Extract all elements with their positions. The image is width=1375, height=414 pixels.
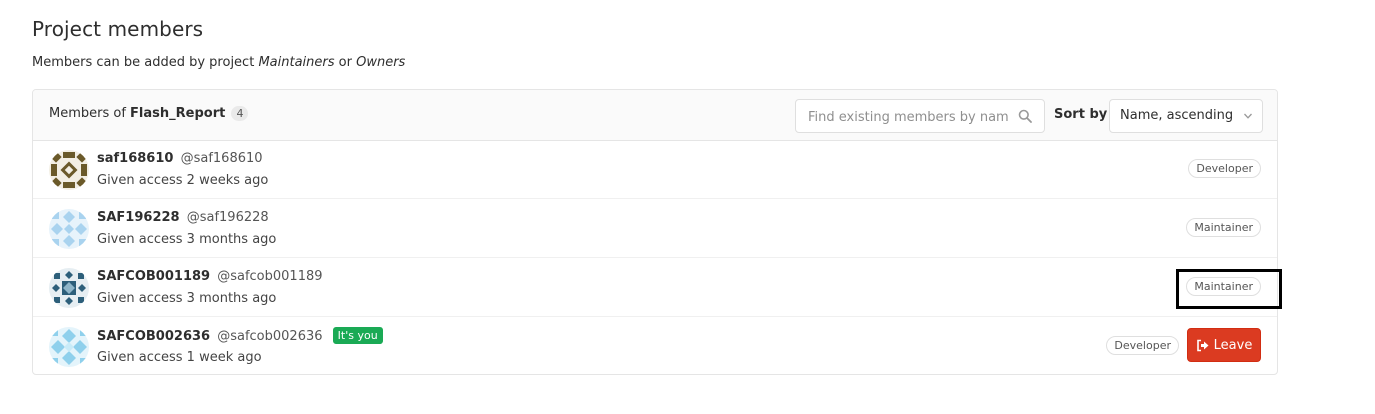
- member-name-line: saf168610 @saf168610: [97, 151, 263, 166]
- subtitle-prefix: Members can be added by project: [32, 55, 259, 70]
- member-access-time: Given access 3 months ago: [97, 291, 277, 306]
- member-name[interactable]: SAFCOB002636: [97, 329, 210, 344]
- leave-button-label: Leave: [1213, 337, 1253, 353]
- page-subtitle: Members can be added by project Maintain…: [32, 55, 405, 70]
- member-access-time: Given access 2 weeks ago: [97, 173, 269, 188]
- subtitle-or: or: [334, 55, 357, 70]
- sort-dropdown[interactable]: Name, ascending: [1109, 99, 1263, 133]
- member-search-input[interactable]: [806, 100, 1010, 134]
- member-name[interactable]: SAF196228: [97, 210, 180, 225]
- sort-by-label: Sort by: [1054, 107, 1108, 122]
- member-row: SAFCOB002636 @safcob002636 It's you Give…: [33, 317, 1277, 374]
- member-role-badge: Developer: [1188, 159, 1261, 178]
- leave-project-button[interactable]: Leave: [1187, 328, 1261, 362]
- member-name-line: SAFCOB002636 @safcob002636 It's you: [97, 327, 383, 345]
- member-handle: @saf168610: [180, 151, 263, 166]
- search-icon[interactable]: [1018, 109, 1032, 123]
- avatar[interactable]: [49, 327, 89, 367]
- members-of-label: Members of: [49, 106, 131, 121]
- avatar[interactable]: [49, 150, 89, 190]
- members-panel: Members of Flash_Report 4 Sort by Name, …: [32, 89, 1278, 375]
- member-search-box: [795, 99, 1045, 134]
- subtitle-role-maintainers: Maintainers: [258, 55, 335, 70]
- its-you-badge: It's you: [332, 327, 383, 344]
- member-access-time: Given access 3 months ago: [97, 232, 277, 247]
- member-name[interactable]: saf168610: [97, 151, 173, 166]
- subtitle-role-owners: Owners: [356, 55, 406, 70]
- members-of-heading: Members of Flash_Report 4: [49, 106, 249, 121]
- project-name: Flash_Report: [130, 106, 226, 121]
- member-access-time: Given access 1 week ago: [97, 350, 262, 365]
- member-name[interactable]: SAFCOB001189: [97, 269, 210, 284]
- member-role-badge: Developer: [1106, 336, 1179, 355]
- member-row: SAFCOB001189 @safcob001189 Given access …: [33, 258, 1277, 317]
- avatar[interactable]: [49, 268, 89, 308]
- member-handle: @safcob002636: [217, 329, 323, 344]
- chevron-down-icon: [1244, 113, 1252, 119]
- member-handle: @safcob001189: [217, 269, 323, 284]
- member-name-line: SAFCOB001189 @safcob001189: [97, 269, 323, 284]
- member-count-badge: 4: [231, 106, 249, 121]
- member-row: SAF196228 @saf196228 Given access 3 mont…: [33, 199, 1277, 258]
- members-panel-header: Members of Flash_Report 4 Sort by Name, …: [33, 90, 1277, 141]
- sign-out-icon: [1196, 339, 1209, 351]
- sort-selected-value: Name, ascending: [1120, 108, 1234, 123]
- member-handle: @saf196228: [186, 210, 269, 225]
- member-name-line: SAF196228 @saf196228: [97, 210, 269, 225]
- avatar[interactable]: [49, 209, 89, 249]
- highlight-annotation-box: [1176, 269, 1282, 309]
- member-row: saf168610 @saf168610 Given access 2 week…: [33, 140, 1277, 199]
- member-role-badge: Maintainer: [1186, 218, 1261, 237]
- page-title: Project members: [32, 17, 204, 41]
